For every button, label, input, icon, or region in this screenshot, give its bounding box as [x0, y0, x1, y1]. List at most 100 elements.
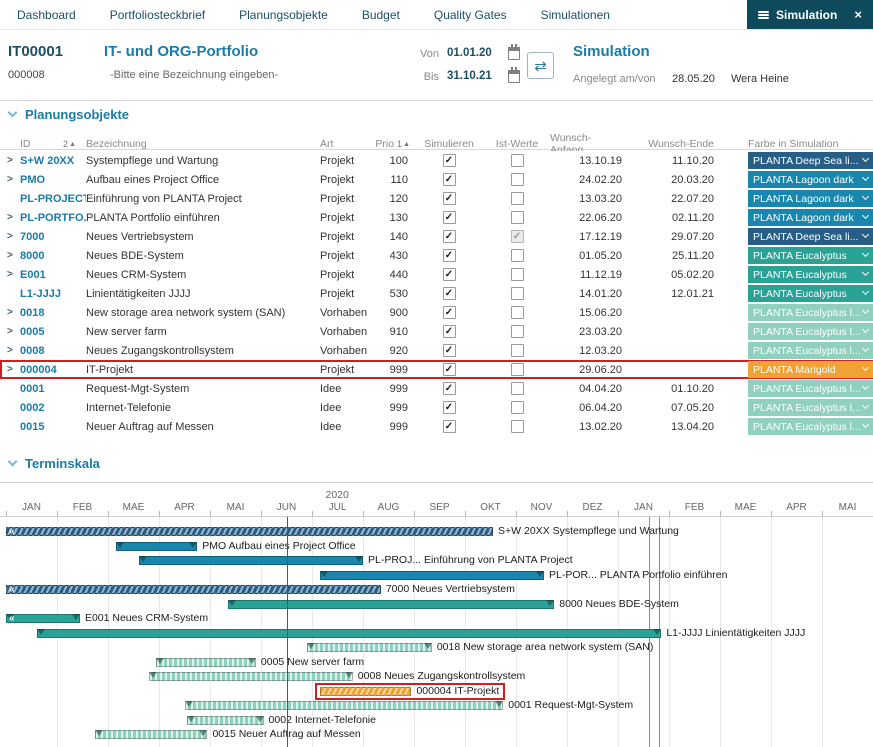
nav-item-quality-gates[interactable]: Quality Gates [417, 0, 524, 29]
nav-item-budget[interactable]: Budget [345, 0, 417, 29]
simulieren-checkbox[interactable]: ✓ [443, 192, 456, 205]
calendar-icon-von[interactable] [508, 47, 520, 60]
gantt-bar-0002[interactable] [187, 716, 264, 725]
table-row-e001[interactable]: >E001Neues CRM-SystemProjekt440✓11.12.19… [0, 265, 873, 284]
farbe-dropdown[interactable]: PLANTA Deep Sea li... [748, 228, 873, 245]
farbe-dropdown[interactable]: PLANTA Eucalyptus l... [748, 418, 873, 435]
col-bezeichnung[interactable]: Bezeichnung [86, 138, 320, 150]
ist-werte-checkbox[interactable] [511, 249, 524, 262]
row-id-link[interactable]: 0008 [20, 345, 86, 357]
col-id[interactable]: ID 2▲ [20, 138, 86, 150]
ist-werte-checkbox[interactable] [511, 268, 524, 281]
ist-werte-checkbox[interactable] [511, 420, 524, 433]
ist-werte-checkbox[interactable] [511, 173, 524, 186]
gantt-bar-0001[interactable] [185, 701, 504, 710]
simulieren-checkbox[interactable]: ✓ [443, 325, 456, 338]
simulieren-checkbox[interactable]: ✓ [443, 173, 456, 186]
row-id-link[interactable]: E001 [20, 269, 86, 281]
col-wunsch-ende[interactable]: Wunsch-Ende [648, 138, 722, 150]
nav-item-planungsobjekte[interactable]: Planungsobjekte [222, 0, 345, 29]
gantt-chart[interactable]: 2020JANFEBMAEAPRMAIJUNJULAUGSEPOKTNOVDEZ… [0, 482, 873, 747]
planning-section-header[interactable]: Planungsobjekte [9, 107, 129, 122]
row-id-link[interactable]: 000004 [20, 364, 86, 376]
expand-row-icon[interactable]: > [0, 345, 20, 356]
gantt-bar-pmo[interactable] [116, 542, 198, 551]
gantt-bar-pl-por[interactable] [320, 571, 544, 580]
gantt-bar-0005[interactable] [156, 658, 255, 667]
gantt-bar-pl-proj[interactable] [139, 556, 363, 565]
gantt-bar-e001[interactable] [6, 614, 80, 623]
row-id-link[interactable]: S+W 20XX [20, 155, 86, 167]
von-value[interactable]: 01.01.20 [447, 47, 492, 59]
table-row-0008[interactable]: >0008Neues ZugangskontrollsystemVorhaben… [0, 341, 873, 360]
table-row-0005[interactable]: >0005New server farmVorhaben910✓23.03.20… [0, 322, 873, 341]
timeline-section-header[interactable]: Terminskala [9, 456, 100, 471]
table-row-0015[interactable]: 0015Neuer Auftrag auf MessenIdee999✓13.0… [0, 417, 873, 436]
ist-werte-checkbox[interactable] [511, 192, 524, 205]
table-row-pl-portfo[interactable]: >PL-PORTFO...PLANTA Portfolio einführenP… [0, 208, 873, 227]
expand-row-icon[interactable]: > [0, 212, 20, 223]
farbe-dropdown[interactable]: PLANTA Eucalyptus l... [748, 380, 873, 397]
nav-item-simulationen[interactable]: Simulationen [524, 0, 627, 29]
table-row-8000[interactable]: >8000Neues BDE-SystemProjekt430✓01.05.20… [0, 246, 873, 265]
gantt-bar-0018[interactable] [307, 643, 432, 652]
farbe-dropdown[interactable]: PLANTA Eucalyptus [748, 266, 873, 283]
gantt-bar-l1-jjjj[interactable] [37, 629, 662, 638]
ist-werte-checkbox[interactable] [511, 287, 524, 300]
gantt-bar-8000[interactable] [228, 600, 554, 609]
simulieren-checkbox[interactable]: ✓ [443, 382, 456, 395]
simulieren-checkbox[interactable]: ✓ [443, 306, 456, 319]
close-tab-icon[interactable]: × [846, 7, 862, 22]
table-row-l1-jjjj[interactable]: L1-JJJJLinientätigkeiten JJJJProjekt530✓… [0, 284, 873, 303]
simulieren-checkbox[interactable]: ✓ [443, 401, 456, 414]
simulieren-checkbox[interactable]: ✓ [443, 344, 456, 357]
table-row-s-w-20xx[interactable]: >S+W 20XXSystempflege und WartungProjekt… [0, 151, 873, 170]
simulieren-checkbox[interactable]: ✓ [443, 363, 456, 376]
farbe-dropdown[interactable]: PLANTA Eucalyptus l... [748, 323, 873, 340]
calendar-icon-bis[interactable] [508, 70, 520, 83]
row-id-link[interactable]: 0015 [20, 421, 86, 433]
simulieren-checkbox[interactable]: ✓ [443, 230, 456, 243]
ist-werte-checkbox[interactable] [511, 154, 524, 167]
table-row-7000[interactable]: >7000Neues VertriebsystemProjekt140✓✓17.… [0, 227, 873, 246]
expand-row-icon[interactable]: > [0, 231, 20, 242]
expand-row-icon[interactable]: > [0, 326, 20, 337]
table-row-0002[interactable]: 0002Internet-TelefonieIdee999✓06.04.2007… [0, 398, 873, 417]
expand-row-icon[interactable]: > [0, 174, 20, 185]
nav-item-dashboard[interactable]: Dashboard [0, 0, 93, 29]
row-id-link[interactable]: 7000 [20, 231, 86, 243]
gantt-bar-s-w[interactable] [6, 527, 493, 536]
simulieren-checkbox[interactable]: ✓ [443, 211, 456, 224]
farbe-dropdown[interactable]: PLANTA Eucalyptus l... [748, 342, 873, 359]
gantt-bar-0008[interactable] [149, 672, 353, 681]
farbe-dropdown[interactable]: PLANTA Eucalyptus [748, 247, 873, 264]
row-id-link[interactable]: 0018 [20, 307, 86, 319]
farbe-dropdown[interactable]: PLANTA Lagoon dark [748, 209, 873, 226]
expand-row-icon[interactable]: > [0, 269, 20, 280]
gantt-bar-0015[interactable] [95, 730, 207, 739]
ist-werte-checkbox[interactable]: ✓ [511, 230, 524, 243]
col-art[interactable]: Art [320, 138, 378, 150]
row-id-link[interactable]: 8000 [20, 250, 86, 262]
row-id-link[interactable]: PL-PROJECT [20, 193, 86, 205]
nav-item-portfoliosteckbrief[interactable]: Portfoliosteckbrief [93, 0, 222, 29]
expand-row-icon[interactable]: > [0, 364, 20, 375]
bis-value[interactable]: 31.10.21 [447, 70, 492, 82]
expand-row-icon[interactable]: > [0, 307, 20, 318]
ist-werte-checkbox[interactable] [511, 363, 524, 376]
ist-werte-checkbox[interactable] [511, 325, 524, 338]
farbe-dropdown[interactable]: PLANTA Eucalyptus [748, 285, 873, 302]
simulieren-checkbox[interactable]: ✓ [443, 420, 456, 433]
farbe-dropdown[interactable]: PLANTA Eucalyptus l... [748, 399, 873, 416]
expand-row-icon[interactable]: > [0, 155, 20, 166]
ist-werte-checkbox[interactable] [511, 211, 524, 224]
ist-werte-checkbox[interactable] [511, 401, 524, 414]
col-ist-werte[interactable]: Ist-Werte [496, 138, 538, 150]
row-id-link[interactable]: PMO [20, 174, 86, 186]
row-id-link[interactable]: 0005 [20, 326, 86, 338]
row-id-link[interactable]: L1-JJJJ [20, 288, 86, 300]
row-id-link[interactable]: 0002 [20, 402, 86, 414]
row-id-link[interactable]: PL-PORTFO... [20, 212, 86, 224]
gantt-bar-7000[interactable] [6, 585, 381, 594]
table-row-0018[interactable]: >0018New storage area network system (SA… [0, 303, 873, 322]
